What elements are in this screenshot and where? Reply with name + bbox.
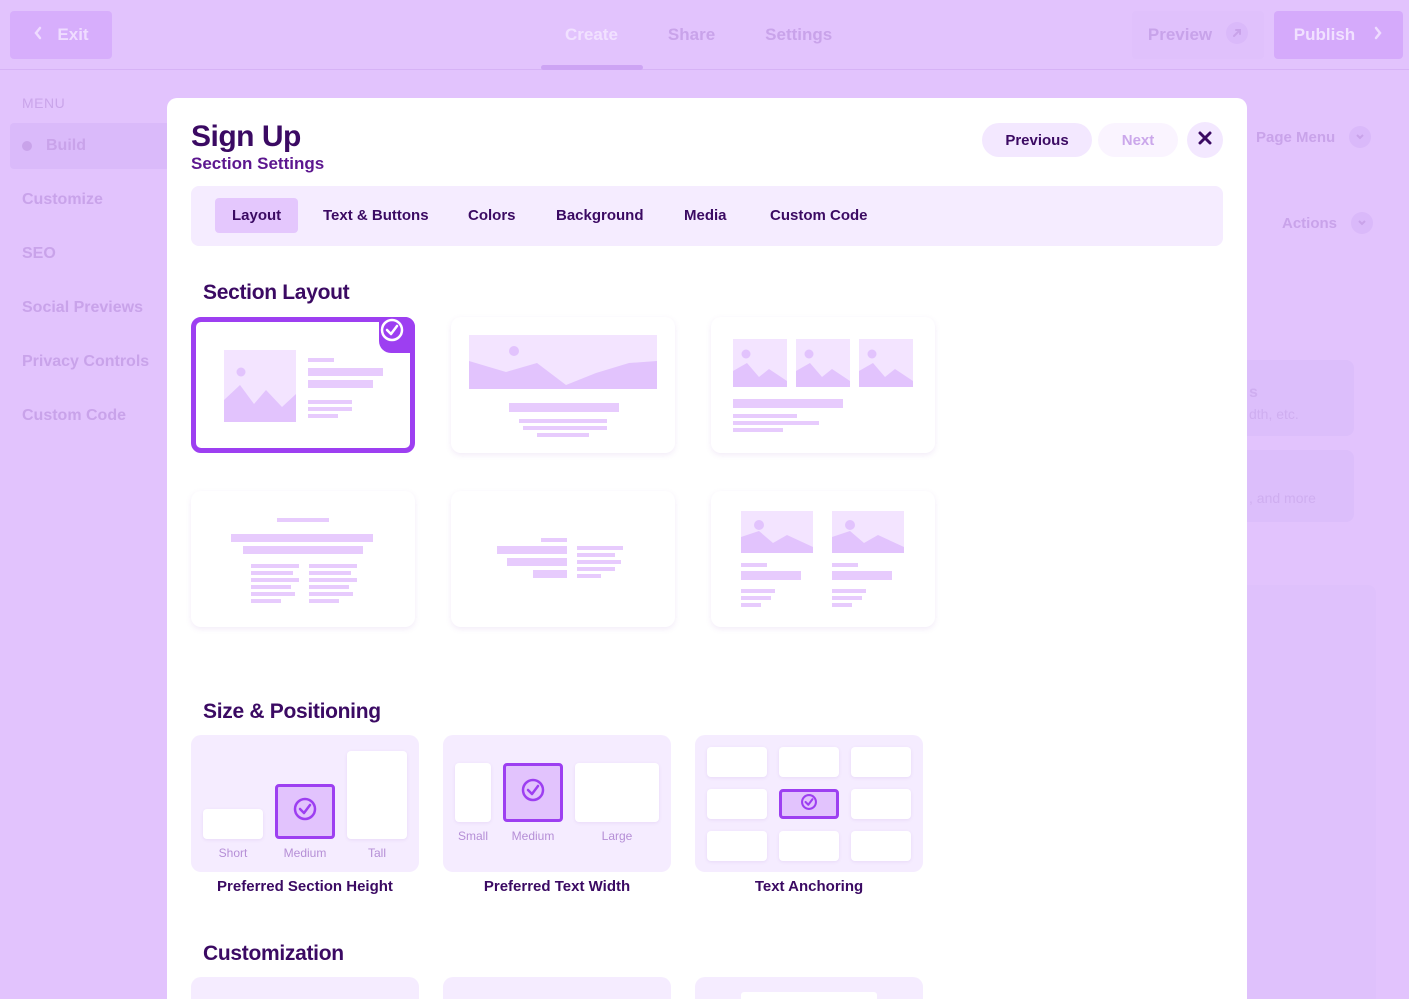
size-positioning-heading: Size & Positioning [203, 700, 381, 723]
width-large-label: Large [601, 829, 633, 843]
settings-card[interactable] [1240, 450, 1354, 522]
width-medium-label: Medium [511, 829, 555, 843]
sidebar-item-build[interactable]: Build [10, 123, 170, 169]
layout-option-split-text[interactable] [451, 491, 675, 627]
close-icon [1198, 131, 1212, 150]
actions-button[interactable]: Actions [1282, 212, 1374, 234]
preview-panel [1240, 585, 1376, 999]
tab-settings[interactable]: Settings [740, 0, 857, 70]
anchor-middle-left[interactable] [707, 789, 767, 819]
page-menu-button[interactable]: Page Menu [1256, 126, 1372, 148]
preview-button[interactable]: Preview [1132, 11, 1264, 59]
tab-text-buttons[interactable]: Text & Buttons [306, 198, 446, 233]
layout-thumbnail [231, 518, 373, 603]
height-medium-label: Medium [283, 846, 327, 860]
layout-option-two-images[interactable] [711, 491, 935, 627]
height-option-tall[interactable] [347, 751, 407, 839]
width-option-large[interactable] [575, 763, 659, 822]
sidebar-item-customize[interactable]: Customize [10, 177, 170, 223]
customization-option[interactable] [695, 977, 923, 999]
settings-card-desc: , and more [1249, 490, 1316, 506]
height-option-medium[interactable] [275, 784, 335, 839]
modal-title: Sign Up [191, 120, 301, 153]
chevron-left-icon [33, 25, 43, 45]
anchor-middle-center[interactable] [779, 789, 839, 819]
tab-layout[interactable]: Layout [215, 198, 299, 233]
text-anchoring-label: Text Anchoring [754, 878, 864, 895]
sidebar-item-custom-code[interactable]: Custom Code [10, 393, 170, 439]
check-icon [800, 793, 818, 816]
anchor-bottom-right[interactable] [851, 831, 911, 861]
layout-thumbnail [469, 335, 657, 437]
tab-custom-code[interactable]: Custom Code [753, 198, 885, 233]
height-option-short[interactable] [203, 809, 263, 839]
customization-option[interactable] [443, 977, 671, 999]
check-icon [292, 796, 318, 827]
section-height-label: Preferred Section Height [217, 878, 393, 895]
section-settings-modal: Sign Up Section Settings Previous Next L… [167, 98, 1247, 999]
settings-card-desc: dth, etc. [1249, 406, 1299, 422]
page-menu-label: Page Menu [1256, 128, 1336, 146]
height-tall-label: Tall [367, 846, 386, 860]
anchor-middle-right[interactable] [851, 789, 911, 819]
settings-tabs: Layout Text & Buttons Colors Background … [191, 186, 1223, 246]
layout-thumbnail [224, 350, 383, 422]
width-option-small[interactable] [455, 763, 491, 822]
sidebar-item-privacy-controls[interactable]: Privacy Controls [10, 339, 170, 385]
layout-option-banner-top[interactable] [451, 317, 675, 453]
section-layout-heading: Section Layout [203, 281, 350, 304]
check-icon [520, 777, 546, 808]
height-short-label: Short [218, 846, 248, 860]
width-small-label: Small [457, 829, 488, 843]
anchor-top-left[interactable] [707, 747, 767, 777]
anchor-bottom-center[interactable] [779, 831, 839, 861]
customization-heading: Customization [203, 942, 344, 965]
close-button[interactable] [1187, 122, 1223, 158]
tab-create[interactable]: Create [540, 0, 643, 70]
customization-option[interactable] [191, 977, 419, 999]
previous-button[interactable]: Previous [982, 123, 1092, 157]
exit-label: Exit [57, 25, 89, 44]
tab-background[interactable]: Background [539, 198, 661, 233]
anchor-top-center[interactable] [779, 747, 839, 777]
tab-share[interactable]: Share [643, 0, 740, 70]
dot-icon [22, 141, 32, 151]
chevron-down-icon [1351, 212, 1374, 234]
text-anchoring-selector [695, 735, 923, 872]
tab-media[interactable]: Media [667, 198, 744, 233]
next-button[interactable]: Next [1098, 123, 1178, 157]
top-bar: Exit Create Share Settings Preview Publi… [0, 0, 1409, 70]
text-width-selector: Small Medium Large [443, 735, 671, 872]
sidebar-item-label: Build [46, 137, 86, 154]
publish-button[interactable]: Publish [1274, 11, 1403, 59]
sidebar-item-social-previews[interactable]: Social Previews [10, 285, 170, 331]
exit-button[interactable]: Exit [10, 11, 112, 59]
chevron-down-icon [1349, 126, 1372, 148]
anchor-bottom-left[interactable] [707, 831, 767, 861]
settings-card-title: s [1249, 384, 1258, 401]
anchor-top-right[interactable] [851, 747, 911, 777]
layout-thumbnail [733, 339, 913, 432]
external-link-icon [1226, 21, 1249, 49]
width-option-medium[interactable] [503, 763, 563, 822]
customization-preview [741, 992, 877, 999]
actions-label: Actions [1282, 214, 1338, 232]
chevron-right-icon [1373, 25, 1383, 45]
modal-subtitle: Section Settings [191, 154, 325, 173]
text-width-label: Preferred Text Width [483, 878, 631, 895]
layout-option-image-left[interactable] [191, 317, 415, 453]
layout-option-text-columns[interactable] [191, 491, 415, 627]
layout-thumbnail [497, 538, 623, 578]
sidebar-heading: MENU [22, 95, 66, 111]
check-icon [379, 317, 415, 353]
sidebar-item-seo[interactable]: SEO [10, 231, 170, 277]
layout-option-three-images[interactable] [711, 317, 935, 453]
preview-label: Preview [1147, 25, 1213, 44]
layout-thumbnail [741, 511, 904, 607]
tab-colors[interactable]: Colors [451, 198, 533, 233]
top-tabs: Create Share Settings [540, 0, 857, 70]
publish-label: Publish [1293, 25, 1356, 44]
section-height-selector: Short Medium Tall [191, 735, 419, 872]
